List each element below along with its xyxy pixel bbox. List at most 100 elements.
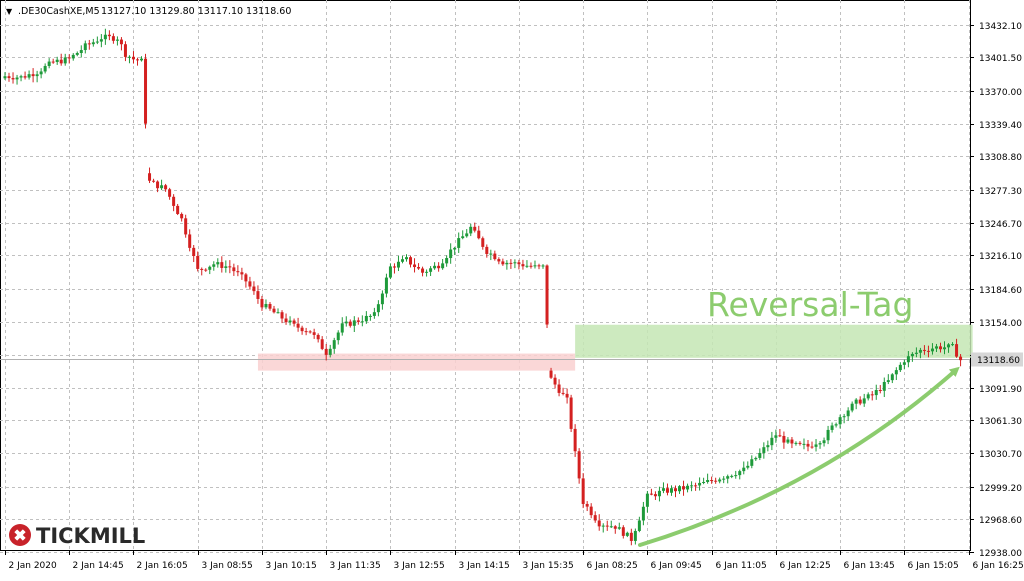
time-tick-label: 3 Jan 14:15	[459, 561, 510, 571]
time-tick-label: 2 Jan 16:05	[137, 561, 188, 571]
candle-body	[115, 39, 119, 41]
candle-body	[846, 410, 850, 417]
tickmill-logo: TICKMILL	[9, 524, 145, 548]
candle-body	[348, 321, 352, 326]
candle-body	[188, 234, 192, 248]
candle-body	[766, 445, 770, 448]
candle-body	[862, 398, 866, 404]
candle-body	[786, 439, 790, 443]
candle-body	[710, 480, 714, 482]
candle-body	[569, 397, 573, 429]
chart-svg: 13432.10 13401.50 13370.00 13339.40 13308.80…	[0, 0, 1024, 571]
candle-body	[557, 384, 561, 393]
chart-menu-icon[interactable]: ▼	[6, 7, 13, 16]
candle-body	[955, 344, 959, 357]
candle-body	[649, 493, 653, 495]
candle-body	[425, 271, 429, 273]
candle-body	[7, 76, 11, 79]
candle-body	[392, 266, 396, 268]
candle-body	[882, 382, 886, 391]
candle-body	[814, 444, 818, 447]
tickmill-wordmark: TICKMILL	[36, 524, 145, 548]
candle-body	[750, 459, 754, 466]
candle-body	[959, 356, 963, 361]
candle-body	[256, 291, 260, 299]
candle-body	[902, 362, 906, 365]
candle-body	[918, 349, 922, 353]
candle-body	[308, 331, 312, 333]
candle-body	[51, 61, 55, 63]
candle-body	[405, 257, 408, 260]
candle-body	[742, 467, 746, 472]
symbol-label: .DE30CashXE,M5	[18, 6, 100, 17]
candle-body	[678, 486, 682, 492]
support-zone	[257, 353, 576, 371]
candle-body	[39, 71, 43, 75]
candle-body	[87, 43, 91, 45]
candle-body	[43, 65, 47, 72]
candle-body	[674, 488, 678, 492]
candle-body	[123, 44, 127, 57]
candle-body	[240, 272, 244, 275]
candle-body	[637, 520, 641, 531]
candle-body	[665, 488, 669, 493]
candle-body	[356, 320, 360, 322]
candle-body	[95, 41, 99, 43]
price-tick-label: 13184.60	[979, 286, 1022, 296]
candle-body	[79, 50, 83, 53]
candle-body	[288, 320, 292, 323]
candle-body	[388, 266, 392, 278]
candle-body	[204, 269, 208, 271]
candle-body	[103, 34, 107, 40]
time-tick-label: 3 Jan 12:55	[394, 561, 445, 571]
price-tick-label: 13091.90	[979, 385, 1022, 395]
candle-body	[577, 451, 581, 479]
candle-body	[344, 321, 348, 324]
time-tick-label: 6 Jan 08:25	[587, 561, 638, 571]
candle-body	[127, 56, 131, 58]
candle-body	[738, 471, 742, 476]
candle-body	[938, 346, 942, 350]
candle-body	[384, 277, 388, 294]
candle-body	[196, 255, 200, 269]
candle-body	[898, 364, 902, 371]
candle-body	[645, 493, 649, 507]
time-tick-label: 3 Jan 08:55	[202, 561, 253, 571]
candle-body	[790, 439, 794, 444]
candle-body	[216, 262, 220, 265]
candle-body	[445, 258, 449, 264]
price-tick-label: 12938.00	[979, 549, 1022, 559]
candle-body	[164, 185, 168, 190]
candle-body	[581, 478, 585, 504]
candle-body	[850, 403, 854, 411]
candle-body	[180, 213, 184, 219]
price-tick-label: 13277.30	[979, 187, 1022, 197]
candle-body	[874, 390, 878, 396]
candle-body	[934, 346, 938, 349]
candle-body	[300, 327, 304, 332]
candle-body	[212, 264, 216, 267]
candle-body	[232, 267, 236, 272]
candle-body	[220, 262, 224, 268]
time-tick-label: 2 Jan 14:45	[73, 561, 124, 571]
candle-body	[641, 506, 645, 521]
candle-body	[754, 457, 758, 460]
candle-body	[71, 54, 75, 59]
candle-body	[280, 312, 284, 319]
candle-body	[59, 59, 63, 64]
time-tick-label: 6 Jan 12:25	[780, 561, 831, 571]
candle-body	[11, 78, 15, 80]
candle-body	[633, 530, 637, 541]
candle-body	[152, 180, 156, 182]
price-tick-label: 13154.00	[979, 319, 1022, 329]
candle-body	[549, 370, 553, 378]
candle-body	[284, 318, 288, 323]
candle-body	[433, 265, 437, 269]
candle-body	[702, 481, 706, 483]
candle-body	[140, 58, 144, 61]
candle-body	[842, 416, 846, 418]
price-tick-label: 13401.50	[979, 54, 1022, 64]
candle-body	[525, 265, 529, 267]
candle-body	[91, 42, 95, 45]
candle-body	[469, 226, 473, 234]
